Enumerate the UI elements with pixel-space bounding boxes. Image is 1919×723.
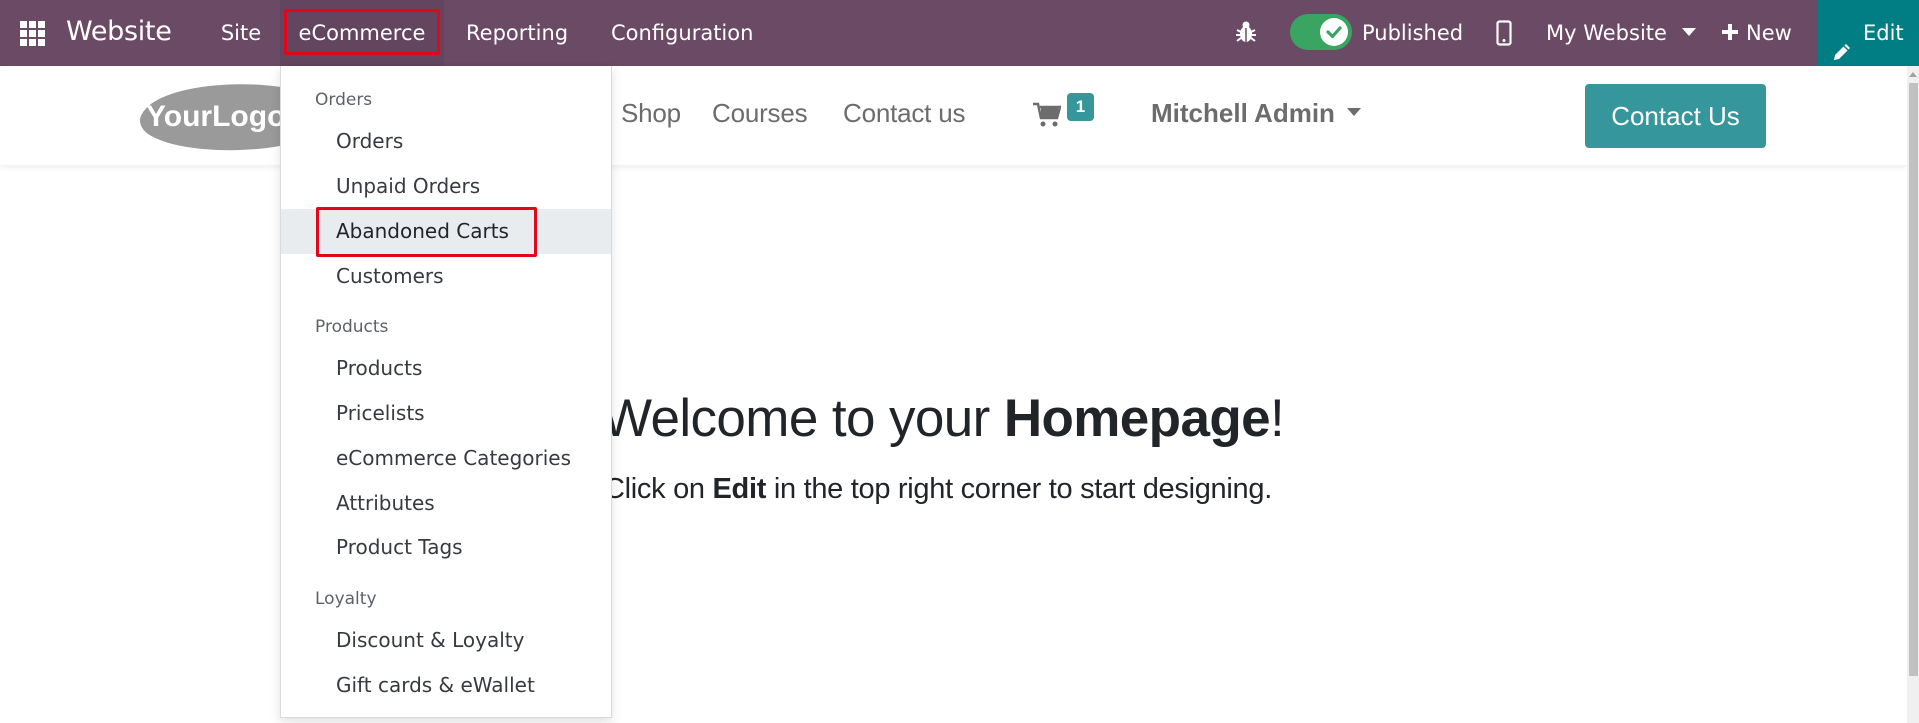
new-button[interactable]: New (1722, 0, 1792, 66)
cart-count-badge: 1 (1067, 93, 1094, 121)
subtext-suffix: in the top right corner to start designi… (766, 473, 1272, 505)
dropdown-item-products[interactable]: Products (281, 346, 611, 391)
user-menu[interactable]: Mitchell Admin (1151, 98, 1361, 129)
dropdown-item-abandoned-carts[interactable]: Abandoned Carts (281, 209, 611, 254)
scroll-up-arrow-icon[interactable] (1909, 72, 1917, 77)
dropdown-section-header: Products (315, 317, 389, 337)
pencil-icon (1832, 22, 1852, 60)
subtext-bold: Edit (712, 473, 767, 505)
plus-icon (1722, 24, 1738, 40)
user-name: Mitchell Admin (1151, 98, 1335, 128)
dropdown-item-pricelists[interactable]: Pricelists (281, 391, 611, 436)
dropdown-item-discount-loyalty[interactable]: Discount & Loyalty (281, 618, 611, 663)
welcome-subtext: Click on Edit in the top right corner to… (604, 473, 1272, 506)
mobile-phone-icon[interactable] (1496, 20, 1512, 46)
contact-us-button[interactable]: Contact Us (1585, 84, 1766, 148)
menu-reporting[interactable]: Reporting (466, 0, 568, 66)
dropdown-item-unpaid-orders[interactable]: Unpaid Orders (281, 164, 611, 209)
dropdown-item-customers[interactable]: Customers (281, 254, 611, 299)
nav-link-courses[interactable]: Courses (712, 98, 808, 129)
ecommerce-dropdown: Orders Orders Unpaid Orders Abandoned Ca… (280, 66, 612, 718)
welcome-heading: Welcome to your Homepage! (602, 388, 1285, 449)
menu-ecommerce[interactable]: eCommerce (280, 0, 444, 66)
vertical-scrollbar[interactable] (1907, 66, 1919, 723)
welcome-prefix: Welcome to your (602, 389, 1004, 448)
admin-navbar: Website Site eCommerce Reporting Configu… (0, 0, 1919, 66)
scrollbar-thumb[interactable] (1909, 83, 1918, 676)
welcome-suffix: ! (1269, 389, 1285, 448)
app-name[interactable]: Website (66, 14, 172, 50)
nav-link-contact-us[interactable]: Contact us (843, 98, 965, 129)
check-icon (1320, 18, 1348, 46)
dropdown-section-header: Loyalty (315, 589, 377, 609)
website-selector[interactable]: My Website (1546, 0, 1696, 66)
publish-toggle[interactable] (1290, 14, 1352, 50)
welcome-bold: Homepage (1003, 389, 1271, 448)
subtext-prefix: Click on (604, 473, 713, 505)
logo[interactable]: YourLogo (138, 80, 298, 152)
website-selector-label: My Website (1546, 21, 1667, 45)
svg-text:YourLogo: YourLogo (146, 100, 285, 133)
menu-configuration[interactable]: Configuration (611, 0, 753, 66)
caret-down-icon (1681, 28, 1696, 36)
dropdown-section-header: Orders (315, 90, 373, 110)
dropdown-item-product-tags[interactable]: Product Tags (281, 525, 611, 570)
edit-button-label: Edit (1863, 21, 1904, 45)
dropdown-item-orders[interactable]: Orders (281, 119, 611, 164)
cart-icon[interactable] (1033, 102, 1062, 128)
caret-down-icon (1346, 108, 1361, 117)
apps-grid-icon[interactable] (20, 21, 46, 46)
dropdown-item-ecommerce-categories[interactable]: eCommerce Categories (281, 436, 611, 481)
nav-link-shop[interactable]: Shop (621, 98, 681, 129)
publish-status-label[interactable]: Published (1362, 0, 1463, 66)
dropdown-item-attributes[interactable]: Attributes (281, 481, 611, 526)
edit-button[interactable]: Edit (1817, 0, 1919, 66)
menu-site[interactable]: Site (210, 0, 272, 66)
bug-icon[interactable] (1236, 20, 1256, 44)
new-button-label: New (1746, 21, 1792, 45)
dropdown-item-gift-cards-ewallet[interactable]: Gift cards & eWallet (281, 663, 611, 708)
